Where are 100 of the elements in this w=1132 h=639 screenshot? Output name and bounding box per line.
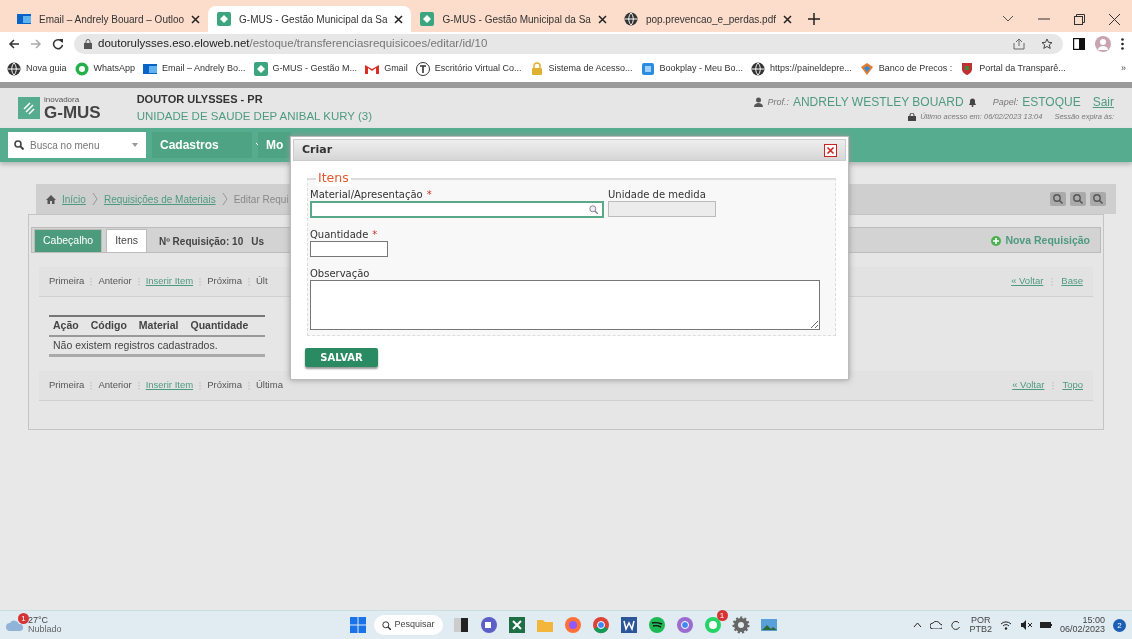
field-label: Observação xyxy=(310,268,371,280)
browser-icon[interactable] xyxy=(590,615,611,635)
spreadsheet-icon[interactable] xyxy=(506,615,527,635)
video-chat-icon[interactable] xyxy=(478,615,499,635)
logo-text: G-MUS xyxy=(44,103,101,121)
bookmark[interactable]: Sistema de Acesso... xyxy=(528,61,633,77)
pager-link[interactable]: Próxima xyxy=(207,378,242,393)
panel-tab[interactable]: Cabeçalho xyxy=(34,229,103,252)
logo-icon xyxy=(18,97,40,119)
close-icon[interactable] xyxy=(394,14,404,24)
pager-link[interactable]: Primeira xyxy=(49,378,85,393)
browser-tab[interactable]: Email – Andrely Bouard – Outloo xyxy=(8,6,209,32)
language-indicator[interactable]: POR PTB2 xyxy=(969,616,992,634)
notification-count[interactable]: 2 xyxy=(1113,618,1126,632)
close-icon[interactable] xyxy=(1109,13,1120,25)
role-label: Papel: xyxy=(992,95,1019,109)
bell-icon[interactable] xyxy=(967,97,977,108)
close-icon[interactable] xyxy=(597,14,607,24)
mail-icon xyxy=(142,61,159,77)
wifi-icon[interactable] xyxy=(999,620,1012,630)
requisition-info: Nº Requisição: 10 xyxy=(158,234,244,249)
notification-badge: 1 xyxy=(18,613,29,625)
chevron-right-icon xyxy=(221,192,228,206)
close-icon[interactable] xyxy=(783,14,792,24)
column-header: Código xyxy=(90,318,127,334)
back-icon[interactable] xyxy=(8,38,20,50)
diamond-logo-icon xyxy=(252,61,269,77)
pager-link[interactable]: Últ xyxy=(256,274,268,289)
column-header: Ação xyxy=(53,318,79,334)
field-label: Quantidade * xyxy=(310,229,379,241)
org-name: DOUTOR ULYSSES - PR xyxy=(136,92,264,108)
menu-search-field[interactable]: Busca no menu xyxy=(8,132,146,158)
input-field[interactable] xyxy=(310,241,388,257)
windows-start-icon[interactable] xyxy=(349,617,366,633)
bookmark[interactable]: Bookplay - Meu Bo... xyxy=(639,61,744,77)
chevron-right-icon xyxy=(91,192,98,206)
bookmark[interactable]: Banco de Precos : xyxy=(858,61,953,77)
bookmark[interactable]: Escritório Virtual Co... xyxy=(414,61,522,77)
taskbar-search[interactable]: Pesquisar xyxy=(373,615,443,635)
browser-tab[interactable]: G-MUS - Gestão Municipal da Sa xyxy=(208,6,412,32)
bookmark[interactable]: Portal da Transparê... xyxy=(959,61,1066,77)
save-button[interactable]: SALVAR xyxy=(305,348,378,367)
close-icon[interactable] xyxy=(191,14,201,24)
bookmark[interactable]: WhatsApp xyxy=(73,61,136,77)
padlock-icon xyxy=(908,113,917,121)
fieldset-legend: Itens xyxy=(316,170,351,186)
battery-icon[interactable] xyxy=(1039,621,1052,629)
column-header: Material xyxy=(138,318,179,334)
empty-table-message: Não existem registros cadastrados. xyxy=(53,337,218,353)
search-icon xyxy=(381,620,391,630)
star-icon[interactable] xyxy=(1041,38,1053,50)
plus-icon[interactable] xyxy=(808,13,820,25)
mail-icon xyxy=(16,11,32,27)
more-bookmarks[interactable]: » xyxy=(1121,62,1126,76)
search-icon[interactable] xyxy=(1070,192,1086,206)
user-name: ANDRELY WESTLEY BOUARD xyxy=(792,94,964,112)
pager-link[interactable]: Primeira xyxy=(49,274,85,289)
bookmark[interactable]: Gmail xyxy=(364,61,408,77)
bookmark[interactable]: G-MUS - Gestão M... xyxy=(252,61,358,77)
document-w-icon[interactable] xyxy=(618,615,639,635)
browser-tab[interactable]: pop.prevencao_e_perdas.pdf xyxy=(614,6,800,32)
address-bar[interactable]: doutorulysses.eso.eloweb.net/estoque/transferenciasrequisicoes/editar/id/10 xyxy=(74,34,1063,54)
text-area[interactable] xyxy=(310,280,820,330)
clock[interactable]: 15:00 06/02/2023 xyxy=(1059,616,1105,634)
lookup-field[interactable] xyxy=(310,201,604,218)
user-label: Prof.: xyxy=(767,95,789,109)
browser-icon[interactable] xyxy=(674,615,695,635)
temperature-text: 27°C xyxy=(28,616,50,625)
chevron-up-icon[interactable] xyxy=(913,622,923,628)
restore-icon[interactable] xyxy=(1074,13,1085,25)
pager-link[interactable]: Anterior xyxy=(98,274,132,289)
search-icon xyxy=(589,205,598,214)
dropdown-caret-icon xyxy=(132,143,138,147)
panel-tab[interactable]: Itens xyxy=(106,229,147,252)
zoom-out-icon[interactable] xyxy=(1050,192,1066,206)
browser-tab[interactable]: G-MUS - Gestão Municipal da Sa xyxy=(411,6,615,32)
globe-icon xyxy=(622,11,639,27)
side-panel-icon[interactable] xyxy=(1073,38,1085,50)
reload-icon[interactable] xyxy=(52,38,64,50)
home-icon xyxy=(46,194,56,204)
pager-link[interactable]: Anterior xyxy=(98,378,132,393)
bookmark[interactable]: Email – Andrely Bo... xyxy=(142,61,246,77)
pager-link[interactable]: Última xyxy=(256,378,283,393)
cloud-icon[interactable] xyxy=(930,621,943,629)
share-icon[interactable] xyxy=(1013,38,1025,50)
chevron-down-icon[interactable] xyxy=(1002,15,1014,23)
zoom-in-icon[interactable] xyxy=(1090,192,1106,206)
kebab-menu-icon[interactable] xyxy=(1121,38,1124,50)
bookmark[interactable]: https://paineldepre... xyxy=(750,61,852,77)
column-header: Quantidade xyxy=(190,318,249,334)
globe-icon xyxy=(6,61,22,77)
bookmark[interactable]: Nova guia xyxy=(6,61,67,77)
tag-icon xyxy=(858,61,875,77)
chat-bubble-icon[interactable] xyxy=(702,615,723,635)
music-circle-icon[interactable] xyxy=(646,615,667,635)
requisition-info: Us xyxy=(251,234,264,249)
pager-link[interactable]: Próxima xyxy=(207,274,242,289)
gear-icon[interactable] xyxy=(730,615,751,635)
speaker-muted-icon[interactable] xyxy=(1019,620,1032,630)
role-name: ESTOQUE xyxy=(1022,94,1081,112)
